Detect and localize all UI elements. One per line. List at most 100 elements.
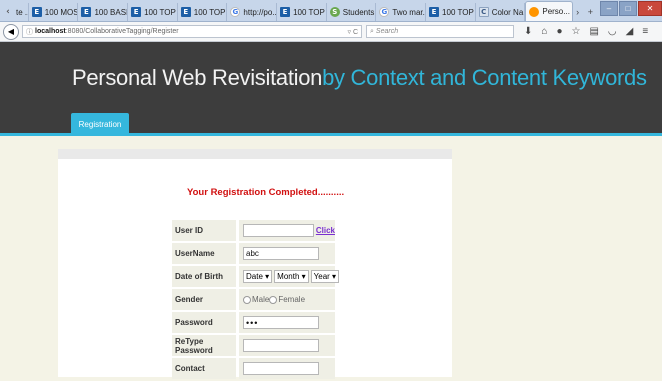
menu-icon[interactable]: ≡ (642, 26, 648, 37)
form-row-contact: Contact (172, 358, 336, 379)
user-id-label: User ID (172, 220, 236, 241)
site-title-main: Personal Web Revisitation (72, 65, 323, 90)
tab-label: 100 MOS... (44, 7, 79, 17)
browser-tab[interactable]: E100 TOP ... (128, 3, 178, 21)
url-path: :8080/CollaborativeTagging/Register (65, 28, 179, 35)
dob-month-value: Month (277, 272, 300, 281)
students-favicon-icon: S (329, 7, 340, 17)
panel-header (58, 149, 452, 159)
url-host: localhost (35, 28, 66, 35)
e-favicon-icon: E (429, 7, 440, 17)
browser-tab[interactable]: E100 TOP ... (178, 3, 228, 21)
e-favicon-icon: E (31, 7, 42, 17)
tab-label: Color Na... (491, 7, 526, 17)
tab-label: te ... (16, 7, 28, 17)
tab-label: http://po... (243, 7, 278, 17)
browser-tab[interactable]: SStudents ... (327, 3, 377, 21)
chevron-down-icon: ▾ (329, 272, 337, 281)
chevron-down-icon: ▾ (262, 272, 270, 281)
user-id-input[interactable] (243, 224, 314, 237)
chevron-down-icon: ▾ (299, 272, 306, 281)
e-favicon-icon: E (81, 7, 92, 17)
browser-tab[interactable]: E100 MOS... (29, 3, 79, 21)
username-input[interactable]: abc (243, 247, 319, 260)
back-button[interactable]: ◀ (3, 23, 19, 40)
toolbar-icons: ⬇ ⌂ ● ☆ ▤ ◡ ◢ ≡ (524, 26, 648, 37)
username-label: UserName (172, 243, 236, 264)
browser-tab[interactable]: Ghttp://po... (227, 3, 278, 21)
e-favicon-icon: E (280, 7, 291, 17)
click-link[interactable]: Click (316, 226, 335, 235)
password-label: Password (172, 312, 236, 333)
tab-label: 100 TOP ... (144, 7, 177, 17)
new-tab-icon[interactable]: + (588, 7, 593, 17)
tab-scroll-right-icon[interactable]: › (576, 7, 579, 17)
form-row-dob: Date of Birth Date ▾ Month ▾ Year ▾ (172, 266, 340, 287)
password-input[interactable]: ••• (243, 316, 319, 329)
tab-controls: › + (573, 3, 600, 21)
browser-tab[interactable]: E100 BASI... (78, 3, 129, 21)
header-accent-bar (0, 133, 662, 136)
e-favicon-icon: E (131, 7, 142, 17)
e-favicon-icon: E (180, 7, 191, 17)
tab-label: 100 TOP ... (293, 7, 326, 17)
tab-label: Perso... (542, 7, 570, 16)
site-title-sub: by Context and Content Keywords (322, 65, 647, 90)
clipboard-icon[interactable]: ▤ (589, 26, 598, 37)
form-row-username: UserName abc (172, 243, 336, 264)
female-label: Female (278, 295, 306, 304)
tab-registration[interactable]: Registration (71, 113, 129, 135)
retype-password-input[interactable] (243, 339, 319, 352)
pocket-icon[interactable]: ◡ (608, 26, 617, 37)
female-radio[interactable] (269, 295, 278, 304)
color-favicon-icon: C (478, 7, 489, 17)
form-row-user-id: User ID Click (172, 220, 336, 241)
retype-password-label: ReType Password (172, 335, 236, 356)
tab-label: Students ... (342, 7, 376, 17)
browser-tab[interactable]: ‹te ... (0, 3, 29, 21)
send-icon[interactable]: ◢ (626, 26, 634, 37)
dob-label: Date of Birth (172, 266, 236, 287)
registration-form: User ID Click UserName abc Date of Birth… (172, 220, 340, 381)
firefox-favicon-icon (529, 6, 540, 17)
globe-icon: ⓘ (26, 28, 33, 36)
dob-month-select[interactable]: Month ▾ (274, 270, 309, 283)
window-controls: – □ ✕ (600, 1, 662, 17)
contact-label: Contact (172, 358, 236, 379)
contact-input[interactable] (243, 362, 319, 375)
site-title: Personal Web Revisitationby Context and … (72, 65, 647, 91)
back-arrow-icon: ◀ (7, 27, 15, 36)
minimize-icon[interactable]: – (600, 1, 619, 16)
google-favicon-icon: G (230, 7, 241, 17)
dob-date-select[interactable]: Date ▾ (243, 270, 273, 283)
browser-tab-active[interactable]: Perso...× (525, 1, 574, 21)
address-bar[interactable]: ⓘ localhost :8080/CollaborativeTagging/R… (22, 25, 362, 38)
browser-tab[interactable]: CColor Na... (476, 3, 526, 21)
maximize-icon[interactable]: □ (619, 1, 638, 16)
search-placeholder: Search (375, 28, 399, 35)
tab-label: 100 TOP ... (193, 7, 227, 17)
reload-icon[interactable]: ▿ C (347, 28, 358, 36)
gender-label: Gender (172, 289, 236, 310)
tab-label: Two mar... (392, 7, 427, 17)
navigation-bar: ◀ ⓘ localhost :8080/CollaborativeTagging… (0, 22, 662, 42)
home-icon[interactable]: ⌂ (541, 26, 547, 37)
browser-tab[interactable]: E100 TOP ... (426, 3, 476, 21)
google-favicon-icon: G (379, 7, 390, 17)
search-icon: ⌕ (370, 27, 374, 35)
chat-icon[interactable]: ● (556, 26, 562, 37)
browser-tab[interactable]: G Two mar... (376, 3, 427, 21)
download-icon[interactable]: ⬇ (524, 26, 532, 37)
browser-tab-bar: ‹te ... E100 MOS... E100 BASI... E100 TO… (0, 0, 662, 22)
browser-tab[interactable]: E100 TOP ... (277, 3, 327, 21)
close-window-icon[interactable]: ✕ (638, 1, 662, 16)
search-input[interactable]: ⌕ Search (366, 25, 514, 38)
form-row-retype-password: ReType Password (172, 335, 336, 356)
male-radio[interactable] (243, 295, 251, 304)
bookmark-star-icon[interactable]: ☆ (571, 26, 580, 37)
dob-year-select[interactable]: Year ▾ (310, 270, 340, 283)
tab-scroll-left-icon[interactable]: ‹ (3, 7, 13, 17)
male-label: Male (252, 295, 270, 304)
dob-date-value: Date (246, 272, 263, 281)
tab-label: 100 TOP ... (442, 7, 475, 17)
